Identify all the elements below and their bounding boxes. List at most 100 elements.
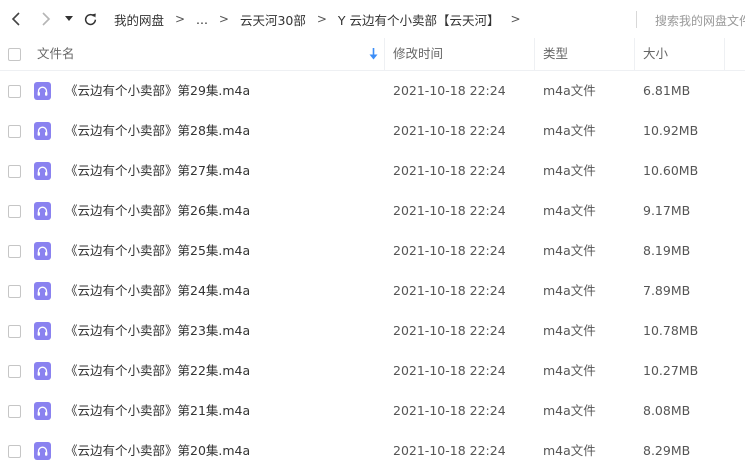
file-name[interactable]: 《云边有个小卖部》第27集.m4a [65,151,250,191]
file-name[interactable]: 《云边有个小卖部》第22集.m4a [65,351,250,391]
file-modified: 2021-10-18 22:24 [393,203,506,218]
audio-file-icon [34,162,51,180]
forward-button[interactable] [36,9,56,29]
back-button[interactable] [6,9,26,29]
column-divider[interactable] [534,38,535,70]
audio-file-icon [34,82,51,100]
breadcrumb-item[interactable]: 我的网盘 [112,10,166,29]
select-all-checkbox[interactable] [8,48,21,61]
breadcrumb-current[interactable]: Y 云边有个小卖部【云天河】 [336,10,502,29]
audio-file-icon [34,282,51,300]
file-name[interactable]: 《云边有个小卖部》第29集.m4a [65,71,250,111]
breadcrumb-separator-icon: > [510,12,521,26]
chevron-left-icon [11,12,20,26]
file-row[interactable]: 《云边有个小卖部》第21集.m4a 2021-10-18 22:24 m4a文件… [0,391,745,431]
row-checkbox[interactable] [8,125,21,138]
file-row[interactable]: 《云边有个小卖部》第26集.m4a 2021-10-18 22:24 m4a文件… [0,191,745,231]
file-row[interactable]: 《云边有个小卖部》第25集.m4a 2021-10-18 22:24 m4a文件… [0,231,745,271]
file-type: m4a文件 [543,123,596,138]
audio-file-icon [34,242,51,260]
column-divider[interactable] [724,38,725,70]
audio-file-icon [34,402,51,420]
column-divider[interactable] [384,38,385,70]
file-modified: 2021-10-18 22:24 [393,243,506,258]
file-size: 8.19MB [643,243,691,258]
audio-file-icon [34,322,51,340]
file-type: m4a文件 [543,443,596,458]
file-size: 6.81MB [643,83,691,98]
column-header-name[interactable]: 文件名 [37,38,75,70]
audio-file-icon [34,202,51,220]
column-header-type[interactable]: 类型 [543,38,568,70]
row-checkbox[interactable] [8,165,21,178]
column-header-modified[interactable]: 修改时间 [393,38,443,70]
file-modified: 2021-10-18 22:24 [393,403,506,418]
breadcrumb-separator-icon: > [174,12,186,26]
file-name[interactable]: 《云边有个小卖部》第21集.m4a [65,391,250,431]
file-type: m4a文件 [543,243,596,258]
chevron-right-icon [42,12,51,26]
history-dropdown-button[interactable] [60,9,78,29]
file-type: m4a文件 [543,203,596,218]
caret-down-icon [65,16,73,21]
file-size: 10.78MB [643,323,699,338]
file-modified: 2021-10-18 22:24 [393,123,506,138]
file-row[interactable]: 《云边有个小卖部》第23集.m4a 2021-10-18 22:24 m4a文件… [0,311,745,351]
file-name[interactable]: 《云边有个小卖部》第24集.m4a [65,271,250,311]
file-type: m4a文件 [543,363,596,378]
row-checkbox[interactable] [8,325,21,338]
file-row[interactable]: 《云边有个小卖部》第24集.m4a 2021-10-18 22:24 m4a文件… [0,271,745,311]
file-type: m4a文件 [543,163,596,178]
refresh-icon [84,13,96,25]
file-type: m4a文件 [543,283,596,298]
file-size: 10.60MB [643,163,699,178]
file-row[interactable]: 《云边有个小卖部》第22集.m4a 2021-10-18 22:24 m4a文件… [0,351,745,391]
row-checkbox[interactable] [8,445,21,458]
file-size: 8.08MB [643,403,691,418]
file-name[interactable]: 《云边有个小卖部》第26集.m4a [65,191,250,231]
file-row[interactable]: 《云边有个小卖部》第28集.m4a 2021-10-18 22:24 m4a文件… [0,111,745,151]
file-type: m4a文件 [543,403,596,418]
breadcrumb: 我的网盘 > ... > 云天河30部 > Y 云边有个小卖部【云天河】 > [112,0,529,38]
toolbar-divider [636,11,637,28]
file-row[interactable]: 《云边有个小卖部》第27集.m4a 2021-10-18 22:24 m4a文件… [0,151,745,191]
file-modified: 2021-10-18 22:24 [393,283,506,298]
audio-file-icon [34,442,51,460]
top-toolbar: 我的网盘 > ... > 云天河30部 > Y 云边有个小卖部【云天河】 > 搜… [0,0,745,38]
column-divider[interactable] [634,38,635,70]
row-checkbox[interactable] [8,365,21,378]
audio-file-icon [34,362,51,380]
file-modified: 2021-10-18 22:24 [393,443,506,458]
file-name[interactable]: 《云边有个小卖部》第25集.m4a [65,231,250,271]
sort-down-arrow-icon[interactable] [369,48,378,60]
refresh-button[interactable] [80,9,100,29]
breadcrumb-item[interactable]: 云天河30部 [238,10,308,29]
file-type: m4a文件 [543,323,596,338]
row-checkbox[interactable] [8,85,21,98]
file-name[interactable]: 《云边有个小卖部》第20集.m4a [65,431,250,471]
file-row[interactable]: 《云边有个小卖部》第29集.m4a 2021-10-18 22:24 m4a文件… [0,71,745,111]
file-modified: 2021-10-18 22:24 [393,323,506,338]
row-checkbox[interactable] [8,205,21,218]
file-size: 10.27MB [643,363,699,378]
breadcrumb-separator-icon: > [316,12,327,26]
row-checkbox[interactable] [8,285,21,298]
file-size: 8.29MB [643,443,691,458]
breadcrumb-separator-icon: > [218,12,229,26]
file-size: 7.89MB [643,283,691,298]
row-checkbox[interactable] [8,245,21,258]
file-size: 9.17MB [643,203,691,218]
file-list-header: 文件名 修改时间 类型 大小 [0,38,745,71]
row-checkbox[interactable] [8,405,21,418]
file-row[interactable]: 《云边有个小卖部》第20集.m4a 2021-10-18 22:24 m4a文件… [0,431,745,471]
file-type: m4a文件 [543,83,596,98]
file-modified: 2021-10-18 22:24 [393,163,506,178]
breadcrumb-ellipsis[interactable]: ... [194,12,210,27]
file-name[interactable]: 《云边有个小卖部》第28集.m4a [65,111,250,151]
column-header-size[interactable]: 大小 [643,38,668,70]
search-input[interactable]: 搜索我的网盘文件 [655,12,745,29]
file-modified: 2021-10-18 22:24 [393,363,506,378]
file-name[interactable]: 《云边有个小卖部》第23集.m4a [65,311,250,351]
file-modified: 2021-10-18 22:24 [393,83,506,98]
file-size: 10.92MB [643,123,699,138]
